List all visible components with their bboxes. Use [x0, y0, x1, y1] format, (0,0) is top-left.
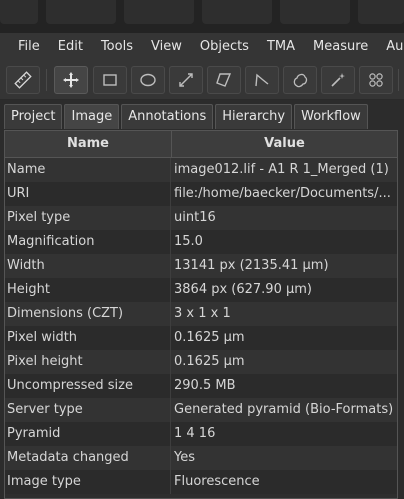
tab-workflow[interactable]: Workflow — [294, 104, 368, 129]
line-tool-button[interactable] — [169, 66, 203, 94]
polygon-tool-button[interactable] — [207, 66, 241, 94]
row-name: Pixel height — [5, 350, 171, 374]
brush-icon — [293, 73, 308, 88]
row-value: Yes — [174, 450, 195, 465]
table-row[interactable]: Uncompressed size 290.5 MB — [5, 374, 397, 398]
ellipse-icon — [140, 73, 156, 87]
analysis-tabs: Project Image Annotations Hierarchy Work… — [4, 104, 370, 130]
rectangle-icon — [103, 74, 117, 86]
column-header-value[interactable]: Value — [172, 131, 397, 157]
table-row[interactable]: Width 13141 px (2135.41 µm) — [5, 254, 397, 278]
menu-edit[interactable]: Edit — [48, 33, 91, 61]
menu-view[interactable]: View — [141, 33, 190, 61]
line-icon — [179, 73, 193, 87]
tab-hierarchy[interactable]: Hierarchy — [215, 104, 293, 129]
titlebar-block — [46, 0, 116, 24]
row-value: 13141 px (2135.41 µm) — [174, 258, 329, 273]
row-value: uint16 — [174, 210, 216, 225]
row-name: URI — [5, 182, 171, 206]
menu-tools[interactable]: Tools — [91, 33, 141, 61]
row-name: Name — [5, 158, 171, 182]
row-name: Pyramid — [5, 422, 171, 446]
row-name: Image type — [5, 470, 171, 494]
wand-tool-button[interactable] — [321, 66, 355, 94]
window-titlebar — [0, 0, 404, 33]
table-row[interactable]: Height 3864 px (627.90 µm) — [5, 278, 397, 302]
menu-bar: File Edit Tools View Objects TMA Measure… — [0, 33, 404, 61]
table-row[interactable]: Dimensions (CZT) 3 x 1 x 1 — [5, 302, 397, 326]
polyline-icon — [255, 73, 269, 87]
toolbar-separator — [398, 69, 399, 91]
points-tool-button[interactable] — [359, 66, 393, 94]
table-row[interactable]: Server type Generated pyramid (Bio-Format… — [5, 398, 397, 422]
table-row[interactable]: Metadata changed Yes — [5, 446, 397, 470]
titlebar-block — [0, 0, 38, 24]
column-header-name[interactable]: Name — [5, 131, 172, 157]
polygon-icon — [216, 73, 232, 87]
move-icon — [63, 72, 79, 88]
table-row[interactable]: Pixel width 0.1625 µm — [5, 326, 397, 350]
wand-icon — [331, 73, 345, 87]
row-value: Fluorescence — [174, 474, 260, 489]
menu-automate[interactable]: Au — [376, 33, 404, 61]
titlebar-block — [280, 0, 350, 24]
menu-objects[interactable]: Objects — [190, 33, 257, 61]
table-row[interactable]: Pixel height 0.1625 µm — [5, 350, 397, 374]
row-value: 0.1625 µm — [174, 330, 245, 345]
row-value: file:/home/baecker/Documents/... — [174, 186, 391, 201]
menu-file[interactable]: File — [0, 33, 48, 61]
table-header: Name Value — [5, 131, 397, 158]
row-name: Pixel width — [5, 326, 171, 350]
ellipse-tool-button[interactable] — [131, 66, 165, 94]
toolbar-separator — [46, 69, 47, 91]
row-name: Server type — [5, 398, 171, 422]
move-tool-button[interactable] — [54, 66, 88, 94]
titlebar-block — [124, 0, 194, 24]
menu-tma[interactable]: TMA — [257, 33, 303, 61]
toolbar — [0, 61, 404, 100]
row-name: Magnification — [5, 230, 171, 254]
ruler-button[interactable] — [6, 66, 40, 94]
row-value: 3 x 1 x 1 — [174, 306, 231, 321]
table-row[interactable]: Pyramid 1 4 16 — [5, 422, 397, 446]
polyline-tool-button[interactable] — [245, 66, 279, 94]
titlebar-block — [202, 0, 272, 24]
ruler-icon — [14, 71, 32, 89]
row-name: Width — [5, 254, 171, 278]
table-row[interactable]: Pixel type uint16 — [5, 206, 397, 230]
row-value: Generated pyramid (Bio-Formats) — [174, 402, 394, 417]
row-name: Metadata changed — [5, 446, 171, 470]
row-name: Uncompressed size — [5, 374, 171, 398]
row-value: 290.5 MB — [174, 378, 236, 393]
titlebar-block — [358, 0, 404, 24]
row-value: 1 4 16 — [174, 426, 216, 441]
row-value: image012.lif - A1 R 1_Merged (1) — [174, 162, 389, 177]
row-value: 15.0 — [174, 234, 203, 249]
points-icon — [369, 73, 383, 87]
table-row[interactable]: Image type Fluorescence — [5, 470, 397, 494]
tab-annotations[interactable]: Annotations — [121, 104, 214, 129]
table-row[interactable]: Name image012.lif - A1 R 1_Merged (1) — [5, 158, 397, 182]
image-properties-table: Name Value Name image012.lif - A1 R 1_Mer… — [4, 130, 398, 499]
row-name: Dimensions (CZT) — [5, 302, 171, 326]
menu-measure[interactable]: Measure — [303, 33, 376, 61]
row-value: 0.1625 µm — [174, 354, 245, 369]
table-row[interactable]: Magnification 15.0 — [5, 230, 397, 254]
tab-image[interactable]: Image — [64, 104, 120, 129]
row-name: Height — [5, 278, 171, 302]
rectangle-tool-button[interactable] — [93, 66, 127, 94]
row-value: 3864 px (627.90 µm) — [174, 282, 312, 297]
row-name: Pixel type — [5, 206, 171, 230]
tab-project[interactable]: Project — [4, 104, 63, 129]
table-row[interactable]: URI file:/home/baecker/Documents/... — [5, 182, 397, 206]
brush-tool-button[interactable] — [283, 66, 317, 94]
